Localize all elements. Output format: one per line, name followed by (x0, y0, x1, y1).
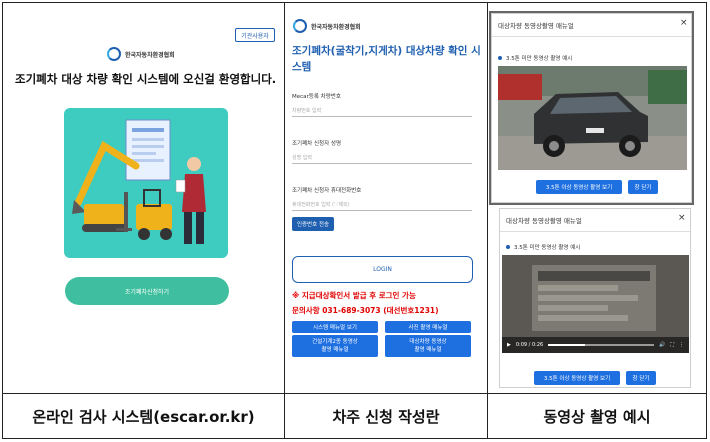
heavy-vehicle-video-button[interactable]: 3.5톤 이상 동영상 촬영 보기 (536, 180, 622, 194)
more-options-icon[interactable]: ⋮ (679, 342, 684, 348)
figure-frame: 기관사용자 한국자동차환경협회 조기폐차 대상 차량 확인 시스템에 오신걸 환… (2, 2, 707, 439)
close-icon[interactable]: × (678, 213, 686, 223)
video-manual-modal-top: 대상차량 동영상촬영 매뉴얼 × 3.5톤 미만 동영상 촬영 예시 3.5톤 … (491, 13, 692, 203)
close-icon[interactable]: × (680, 18, 688, 28)
video-seek-fill (548, 344, 586, 346)
example-caption-text: 3.5톤 미만 동영상 촬영 예시 (514, 245, 581, 251)
org-logo-icon (107, 47, 121, 61)
institution-login-button[interactable]: 기관사용자 (235, 28, 275, 42)
panel-online-system: 기관사용자 한국자동차환경협회 조기폐차 대상 차량 확인 시스템에 오신걸 환… (3, 3, 285, 393)
modal-divider (492, 36, 691, 37)
modal-title: 대상차량 동영상촬영 매뉴얼 (498, 22, 574, 30)
example-caption: 3.5톤 미만 동영상 촬영 예시 (506, 243, 580, 251)
panel-video-example: 대상차량 동영상촬영 매뉴얼 × 3.5톤 미만 동영상 촬영 예시 3.5톤 … (489, 3, 707, 393)
welcome-heading: 조기폐차 대상 차량 확인 시스템에 오신걸 환영합니다. (15, 72, 277, 86)
applicant-name-label: 조기폐차 신청자 성명 (292, 141, 342, 147)
suv-photo-icon (498, 66, 687, 170)
org-logo: 한국자동차환경협회 (293, 19, 361, 33)
phone-number-label: 조기폐차 신청자 휴대전화번호 (292, 188, 362, 194)
vehicle-video-manual-button[interactable]: 대상차량 동영상 촬영 매뉴얼 (385, 335, 471, 357)
vehicle-number-input[interactable]: 차량번호 입력 (292, 105, 472, 117)
close-window-button[interactable]: 창 닫기 (626, 371, 656, 385)
video-player[interactable]: ▶ 0:09 / 0:26 🔊 ⛶ ⋮ (502, 255, 689, 353)
org-name: 한국자동차환경협회 (311, 23, 361, 31)
phone-number-input[interactable]: 휴대전화번호 입력 ('-'제외) (292, 199, 472, 211)
example-caption: 3.5톤 미만 동영상 촬영 예시 (498, 54, 572, 62)
fullscreen-icon[interactable]: ⛶ (670, 342, 674, 348)
heavy-vehicle-video-button[interactable]: 3.5톤 이상 동영상 촬영 보기 (534, 371, 620, 385)
construction-video-manual-button[interactable]: 건설기계2종 동영상 촬영 매뉴얼 (292, 335, 378, 357)
system-manual-button[interactable]: 시스템 매뉴얼 보기 (292, 321, 378, 333)
bullet-icon (506, 245, 510, 249)
modal-title: 대상차량 동영상촬영 매뉴얼 (506, 217, 582, 225)
panel-owner-application: 한국자동차환경협회 조기폐차(굴착기,지게차) 대상차량 확인 시스템 Meca… (286, 3, 488, 393)
login-notice: ※ 지급대상확인서 발급 후 로그인 가능 (292, 291, 416, 300)
contact-info: 문의사항 031-689-3073 (대선번호1231) (292, 306, 439, 315)
system-title: 조기폐차(굴착기,지게차) 대상차량 확인 시스템 (292, 45, 481, 73)
caption-online-system: 온라인 검사 시스템(escar.or.kr) (32, 407, 255, 426)
bullet-icon (498, 56, 502, 60)
forklift-excavator-illustration (64, 108, 228, 258)
caption-video-example: 동영상 촬영 예시 (543, 407, 651, 426)
example-caption-text: 3.5톤 미만 동영상 촬영 예시 (506, 56, 573, 62)
video-time: 0:09 / 0:26 (515, 342, 544, 348)
video-manual-modal-bottom: 대상차량 동영상촬영 매뉴얼 × 3.5톤 미만 동영상 촬영 예시 ▶ 0:0… (499, 208, 691, 388)
suv-example-photo (498, 66, 687, 170)
close-window-button[interactable]: 창 닫기 (628, 180, 658, 194)
video-controls: ▶ 0:09 / 0:26 🔊 ⛶ ⋮ (502, 337, 689, 353)
org-logo: 한국자동차환경협회 (107, 47, 175, 61)
send-auth-code-button[interactable]: 인증번호 전송 (292, 217, 334, 231)
photo-manual-button[interactable]: 사진 촬영 매뉴얼 (385, 321, 471, 333)
modal-divider (500, 231, 690, 232)
caption-owner-form: 차주 신청 작성란 (332, 407, 440, 426)
org-name: 한국자동차환경협회 (125, 51, 175, 59)
play-icon[interactable]: ▶ (507, 342, 511, 348)
login-button[interactable]: LOGIN (292, 256, 473, 283)
volume-icon[interactable]: 🔊 (659, 342, 665, 348)
early-scrap-apply-button[interactable]: 조기폐차신청하기 (65, 277, 229, 305)
video-seek-bar[interactable] (548, 344, 655, 346)
vehicle-number-label: Mecar등록 차량번호 (292, 94, 341, 100)
machinery-illustration-icon (72, 119, 206, 244)
org-logo-icon (293, 19, 307, 33)
applicant-name-input[interactable]: 성명 입력 (292, 152, 472, 164)
